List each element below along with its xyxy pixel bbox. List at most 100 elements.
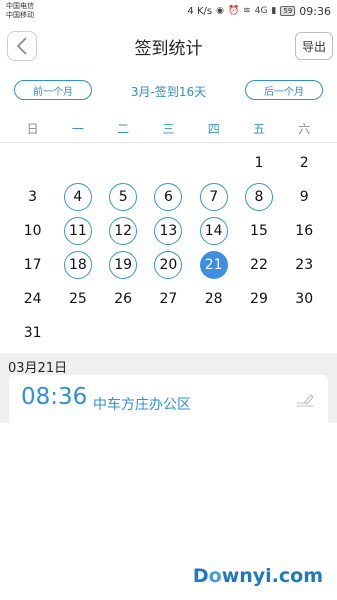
calendar-week: 31 — [10, 316, 327, 350]
calendar-cell — [282, 316, 327, 350]
calendar-cell: 18 — [55, 248, 100, 282]
calendar-day-signed[interactable]: 6 — [154, 183, 183, 211]
calendar-day-today[interactable]: 21 — [199, 251, 228, 279]
calendar-day[interactable]: 23 — [290, 251, 318, 279]
calendar-day-signed[interactable]: 19 — [109, 251, 138, 279]
wifi-icon: ≋ — [243, 6, 251, 16]
calendar-day-signed[interactable]: 18 — [63, 251, 92, 279]
alarm-icon: ⏰ — [227, 6, 240, 16]
next-month-button[interactable]: 后一个月 — [245, 80, 323, 100]
calendar-cell: 13 — [146, 214, 191, 248]
calendar-day-signed[interactable]: 7 — [199, 183, 228, 211]
calendar-day-signed[interactable]: 8 — [244, 183, 273, 211]
calendar-day[interactable]: 29 — [245, 285, 273, 313]
calendar-cell: 23 — [282, 248, 327, 282]
calendar-day[interactable]: 17 — [19, 251, 47, 279]
record-section: 03月21日 08:36 中车方庄办公区 — [0, 353, 337, 423]
calendar-day-signed[interactable]: 11 — [63, 217, 92, 245]
calendar-cell — [146, 146, 191, 180]
calendar-cell — [191, 316, 236, 350]
calendar-cell: 10 — [10, 214, 55, 248]
calendar-cell: 21 — [191, 248, 236, 282]
calendar-cell: 2 — [282, 146, 327, 180]
calendar-cell — [146, 316, 191, 350]
calendar-cell: 19 — [101, 248, 146, 282]
calendar-day[interactable]: 27 — [154, 285, 182, 313]
calendar-day[interactable]: 25 — [64, 285, 92, 313]
month-navigation: 前一个月 3月-签到16天 后一个月 — [0, 80, 337, 102]
network-speed: 4 K/s — [187, 5, 213, 17]
watermark-d: D — [192, 565, 209, 587]
calendar-cell — [55, 146, 100, 180]
calendar-week: 10 11 12 13 14 15 16 — [10, 214, 327, 248]
carrier-1: 中国电信 — [6, 2, 34, 10]
calendar-day-signed[interactable]: 5 — [109, 183, 138, 211]
carrier-2: 中国移动 — [6, 11, 34, 19]
calendar-week: 17 18 19 20 21 22 23 — [10, 248, 327, 282]
calendar-cell: 20 — [146, 248, 191, 282]
calendar-day[interactable]: 26 — [109, 285, 137, 313]
calendar-cell: 3 — [10, 180, 55, 214]
calendar-cell — [101, 316, 146, 350]
calendar-day[interactable]: 2 — [290, 149, 318, 177]
calendar-cell — [101, 146, 146, 180]
record-place: 中车方庄办公区 — [93, 397, 191, 413]
watermark-rest: wnyi.com — [221, 565, 323, 587]
calendar-cell: 28 — [191, 282, 236, 316]
calendar-day-signed[interactable]: 12 — [109, 217, 138, 245]
calendar-day[interactable]: 28 — [200, 285, 228, 313]
edit-signature-icon[interactable] — [296, 393, 314, 407]
calendar-cell: 15 — [236, 214, 281, 248]
calendar-day[interactable]: 3 — [19, 183, 47, 211]
calendar-cell: 30 — [282, 282, 327, 316]
calendar-cell — [55, 316, 100, 350]
calendar-day[interactable]: 1 — [245, 149, 273, 177]
calendar-cell: 7 — [191, 180, 236, 214]
calendar-week: 3456789 — [10, 180, 327, 214]
carrier-info: 中国电信 中国移动 — [6, 2, 34, 20]
calendar-cell: 4 — [55, 180, 100, 214]
calendar-cell: 6 — [146, 180, 191, 214]
record-time: 08:36 — [21, 384, 88, 410]
weekday-sun: 日 — [26, 122, 39, 136]
calendar-week: 12 — [10, 146, 327, 180]
calendar-day[interactable]: 9 — [290, 183, 318, 211]
weekday-thu: 四 — [207, 122, 220, 136]
calendar-cell: 14 — [191, 214, 236, 248]
status-time: 09:36 — [299, 4, 331, 18]
calendar-week: 24 25 26 27 28 29 30 — [10, 282, 327, 316]
export-button[interactable]: 导出 — [295, 32, 333, 60]
calendar-cell — [10, 146, 55, 180]
calendar-cell: 25 — [55, 282, 100, 316]
calendar-cell: 11 — [55, 214, 100, 248]
calendar-cell — [236, 316, 281, 350]
watermark-logo: Downyi.com — [193, 565, 323, 587]
calendar-day-signed[interactable]: 13 — [154, 217, 183, 245]
calendar-cell — [191, 146, 236, 180]
calendar-cell: 31 — [10, 316, 55, 350]
record-card[interactable]: 08:36 中车方庄办公区 — [9, 375, 328, 423]
calendar-day[interactable]: 24 — [19, 285, 47, 313]
weekday-wed: 三 — [162, 122, 175, 136]
calendar-cell: 17 — [10, 248, 55, 282]
calendar-day[interactable]: 15 — [245, 217, 273, 245]
signal-icon: ▮ — [271, 6, 277, 16]
calendar-cell: 8 — [236, 180, 281, 214]
calendar-day[interactable]: 22 — [245, 251, 273, 279]
calendar-grid: 1 2 3 4 5 6 7 8 9 10 11 12 13 14 15 16 17 18 19 20 21 22 23 24 2… — [10, 146, 327, 350]
calendar-day[interactable]: 10 — [19, 217, 47, 245]
calendar-day-signed[interactable]: 20 — [154, 251, 183, 279]
weekday-mon: 一 — [71, 122, 84, 136]
watermark-o: o — [208, 565, 222, 587]
calendar-day[interactable]: 30 — [290, 285, 318, 313]
calendar-day-signed[interactable]: 4 — [63, 183, 92, 211]
calendar-cell: 16 — [282, 214, 327, 248]
calendar-day-signed[interactable]: 14 — [199, 217, 228, 245]
weekday-sat: 六 — [298, 122, 311, 136]
calendar-cell: 12 — [101, 214, 146, 248]
weekday-divider — [0, 142, 337, 143]
calendar-day[interactable]: 16 — [290, 217, 318, 245]
calendar-day[interactable]: 31 — [19, 319, 47, 347]
signal-4g-label: 4G — [254, 6, 268, 16]
calendar-cell: 22 — [236, 248, 281, 282]
